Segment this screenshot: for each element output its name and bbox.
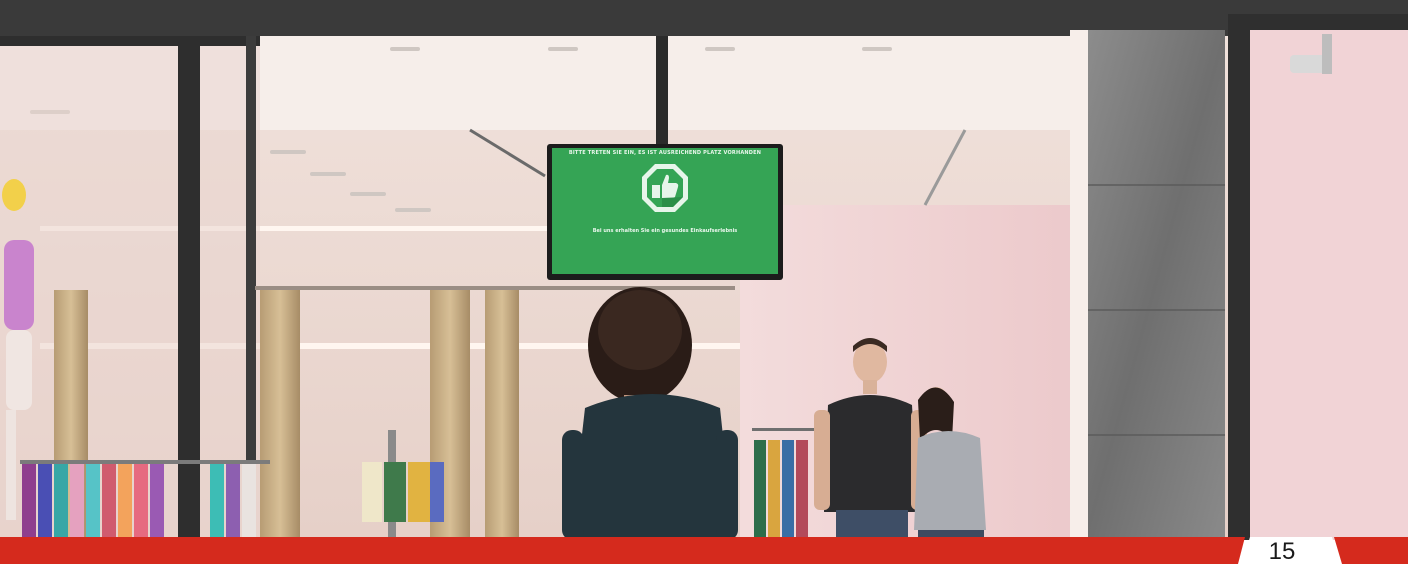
storefront-scene xyxy=(0,0,1408,540)
footer-bar xyxy=(0,537,1408,564)
page-number: 15 xyxy=(1268,538,1296,565)
display-message: Bei uns erhalten Sie ein gesundes Einkau… xyxy=(592,228,738,234)
display-title: BITTE TRETEN SIE EIN, ES IST AUSREICHEND… xyxy=(568,150,762,156)
thumbs-up-icon xyxy=(642,164,688,212)
